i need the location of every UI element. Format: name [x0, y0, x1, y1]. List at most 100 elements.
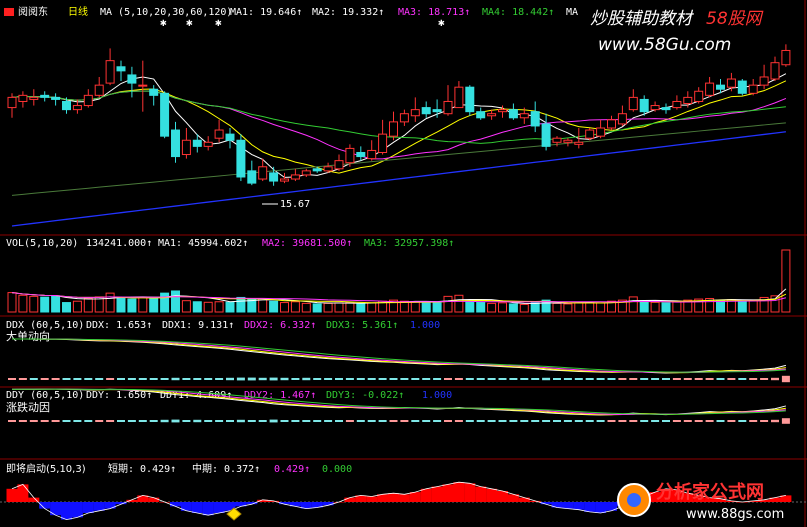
start-bar-positive	[388, 493, 399, 502]
candle-up	[105, 60, 115, 84]
candle-up	[280, 178, 289, 182]
ddx-bar	[553, 378, 561, 380]
volume-bar	[181, 300, 191, 313]
volume-bar	[280, 302, 289, 313]
ddy-bar	[509, 420, 518, 422]
ddx-bar	[29, 378, 38, 380]
ddy-bar	[749, 420, 758, 422]
star-marker: ✱	[215, 16, 222, 29]
ddx-bar	[422, 378, 431, 380]
period-label[interactable]: 日线	[68, 5, 88, 18]
ddx-bar	[8, 378, 16, 380]
ddy-bar	[149, 420, 158, 422]
volume-bar	[432, 302, 442, 313]
ddx-readout: DDX: 1.653↑	[86, 320, 152, 331]
ddy-bar	[73, 420, 82, 422]
ddy-bar	[411, 420, 420, 422]
start-bar-negative	[104, 502, 116, 509]
ddx-bar	[313, 378, 322, 380]
volume-bar	[138, 296, 148, 313]
volume-bar	[258, 298, 268, 313]
candle-down	[716, 84, 725, 90]
vol-ma2-readout: MA2: 39681.500↑	[262, 238, 352, 249]
candle-down	[312, 168, 322, 172]
candle-up	[7, 96, 17, 109]
ma1-readout: MA1: 19.646↑	[230, 7, 302, 18]
ddy-bar	[356, 420, 365, 422]
candle-down	[192, 139, 202, 147]
candle-down	[737, 80, 747, 94]
vol-readout: 134241.000↑	[86, 238, 152, 249]
start-bar-negative	[170, 502, 181, 507]
volume-bar	[40, 296, 50, 313]
candle-up	[378, 133, 388, 153]
start-bar-positive	[366, 496, 378, 502]
ddx-bar	[226, 377, 234, 381]
ddy-bar	[531, 420, 540, 422]
volume-bar	[83, 297, 93, 313]
volume-bar	[203, 301, 213, 313]
candle-up	[18, 94, 28, 102]
ddx-bar	[345, 378, 354, 380]
ddy-bar	[127, 420, 136, 422]
ddx-bar	[705, 378, 714, 380]
star-marker: ✱	[160, 16, 167, 29]
candle-down	[127, 74, 137, 84]
volume-bar	[7, 292, 17, 313]
start-bar-negative	[82, 502, 94, 513]
ddy-bar	[160, 419, 169, 423]
volume-bar	[628, 296, 638, 313]
candle-up	[181, 139, 191, 156]
ddy-bar	[51, 420, 60, 422]
volume-bar	[290, 301, 300, 313]
start-bar-positive	[442, 484, 454, 502]
ddy-bar	[542, 420, 551, 422]
ddy-bar	[585, 420, 594, 422]
volume-bar	[596, 302, 606, 313]
ddy-bar	[62, 420, 71, 422]
ddy-bar	[781, 418, 790, 424]
ddy-bar	[193, 419, 202, 423]
start-bar-negative	[573, 502, 585, 510]
candle-up	[650, 105, 660, 111]
ddy-bar	[618, 420, 627, 422]
ddx-line-3	[12, 338, 786, 373]
ddx-bar	[182, 378, 191, 380]
candle-up	[487, 113, 497, 117]
start-mid-readout: 中期: 0.372↑	[192, 462, 260, 475]
stock-flag-icon[interactable]	[4, 8, 14, 16]
start-bar-positive	[431, 486, 443, 502]
volume-bar	[421, 301, 431, 313]
ddy-bar	[520, 420, 529, 422]
ddx-caption: 大单动向	[6, 329, 50, 343]
candle-down	[421, 107, 431, 115]
ddy-bar	[236, 419, 245, 423]
ddy-bar	[629, 420, 638, 422]
volume-bar	[639, 300, 649, 313]
ddx-bar	[84, 378, 93, 380]
ddy-bar	[345, 420, 354, 422]
start-bar-positive	[518, 497, 530, 502]
start-bar-positive	[420, 488, 432, 502]
candle-down	[432, 109, 442, 113]
ddx-bar	[542, 377, 551, 381]
ddx-bar	[520, 378, 529, 380]
top-watermark: 炒股辅助教材 58股网 www.58Gu.com	[590, 9, 764, 55]
volume-bar	[508, 303, 518, 313]
candlesticks[interactable]	[7, 44, 791, 186]
volume-bar	[487, 302, 497, 313]
ddy-bar	[716, 420, 725, 422]
candle-up	[705, 82, 715, 96]
candle-up	[628, 96, 638, 111]
candle-up	[694, 90, 704, 102]
stock-chart[interactable]: 阅阅东 日线 MA (5,10,20,30,60,120) MA1: 19.64…	[0, 0, 807, 527]
ddx-bar	[760, 378, 769, 380]
ddy-bar	[247, 420, 256, 422]
ddy-bar	[171, 419, 180, 423]
ddx-bar	[683, 378, 692, 380]
candle-down	[639, 98, 649, 113]
candle-down	[269, 172, 279, 182]
ddx4-readout: 1.000	[410, 320, 440, 331]
volume-bar	[160, 292, 170, 313]
ddx-bar	[454, 378, 463, 380]
